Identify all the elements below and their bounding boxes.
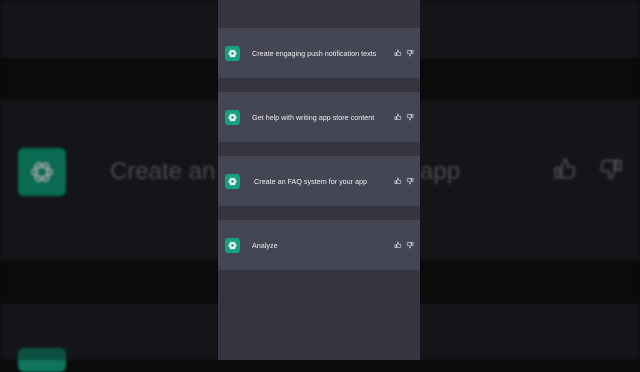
thumbs-down-icon[interactable]: [406, 241, 414, 249]
thumbs-up-icon[interactable]: [394, 177, 402, 185]
chatgpt-logo-icon: [225, 45, 240, 61]
thumbs-up-icon[interactable]: [394, 241, 402, 249]
thumbs-up-icon[interactable]: [394, 49, 402, 57]
chat-row[interactable]: Create engaging push notification texts: [218, 28, 420, 78]
chat-column: Create engaging push notification texts …: [218, 0, 420, 360]
thumbs-down-icon[interactable]: [406, 49, 414, 57]
chat-row-text: Analyze: [252, 240, 278, 250]
chatgpt-logo-icon: [225, 237, 240, 253]
thumbs-up-icon[interactable]: [394, 113, 402, 121]
chat-row[interactable]: Create an FAQ system for your app: [218, 156, 420, 206]
thumbs-down-icon[interactable]: [406, 113, 414, 121]
chat-row-text: Create engaging push notification texts: [252, 48, 377, 58]
chatgpt-logo-icon: [225, 109, 240, 125]
column-top-spacer: [218, 0, 420, 28]
chat-row[interactable]: Analyze: [218, 220, 420, 270]
chat-row[interactable]: Get help with writing app store content: [218, 92, 420, 142]
chatgpt-logo-icon: [225, 173, 240, 189]
chat-row-text: Create an FAQ system for your app: [254, 176, 368, 186]
chat-row-text: Get help with writing app store content: [252, 112, 375, 122]
thumbs-down-icon[interactable]: [406, 177, 414, 185]
